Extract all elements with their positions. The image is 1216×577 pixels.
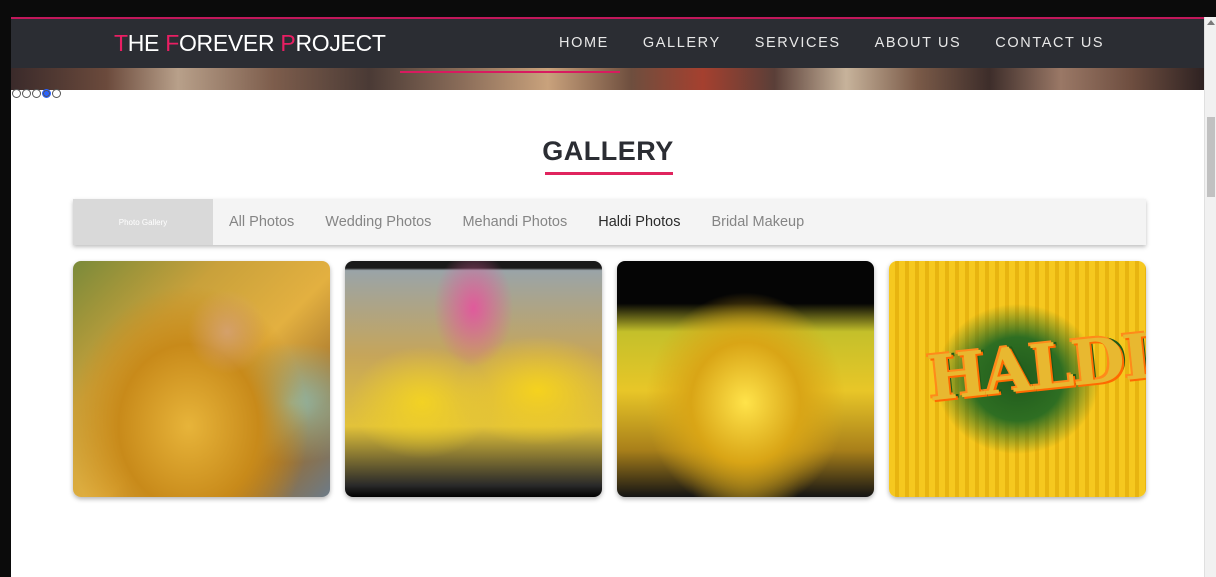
- carousel-dot-3[interactable]: [32, 89, 41, 98]
- filter-tab-mehandi-photos[interactable]: Mehandi Photos: [462, 214, 567, 230]
- carousel-dot-1[interactable]: [12, 89, 21, 98]
- nav-services[interactable]: SERVICES: [755, 35, 841, 51]
- main-nav: HOME GALLERY SERVICES ABOUT US CONTACT U…: [559, 35, 1138, 51]
- scroll-up-arrow-icon[interactable]: [1207, 20, 1215, 25]
- logo-letter-p: P: [280, 30, 296, 56]
- filter-tab-wedding-photos[interactable]: Wedding Photos: [325, 214, 431, 230]
- filter-tab-bridal-makeup[interactable]: Bridal Makeup: [711, 214, 804, 230]
- gallery-filter-bar: Photo Gallery All Photos Wedding Photos …: [73, 199, 1146, 245]
- gallery-photo-4[interactable]: HALDI: [889, 261, 1146, 497]
- filter-tab-haldi-photos[interactable]: Haldi Photos: [598, 214, 680, 230]
- carousel-dot-5[interactable]: [52, 89, 61, 98]
- gallery-heading-underline: [545, 172, 673, 175]
- logo-text-roject: ROJECT: [295, 30, 386, 56]
- nav-home[interactable]: HOME: [559, 35, 609, 51]
- nav-contact-us[interactable]: CONTACT US: [995, 35, 1104, 51]
- logo-letter-t: T: [114, 30, 128, 56]
- window-frame-left: [0, 0, 11, 577]
- logo-letter-f: F: [165, 30, 179, 56]
- site-logo[interactable]: THE FOREVER PROJECT: [114, 30, 386, 57]
- gallery-photo-2[interactable]: [345, 261, 602, 497]
- window-frame-top: [0, 0, 1216, 17]
- gallery-heading: GALLERY: [542, 136, 674, 166]
- page-scrollbar[interactable]: [1204, 17, 1216, 577]
- gallery-photo-1[interactable]: [73, 261, 330, 497]
- filter-tab-all-photos[interactable]: All Photos: [229, 214, 294, 230]
- haldi-sign-text: HALDI: [923, 319, 1146, 416]
- nav-about-us[interactable]: ABOUT US: [875, 35, 962, 51]
- carousel-dot-4[interactable]: [42, 89, 51, 98]
- logo-text-orever: OREVER: [178, 30, 281, 56]
- hero-accent-line: [400, 71, 620, 73]
- filter-bar-label: Photo Gallery: [73, 199, 213, 245]
- carousel-dots: [12, 89, 61, 98]
- nav-gallery[interactable]: GALLERY: [643, 35, 721, 51]
- site-header: THE FOREVER PROJECT HOME GALLERY SERVICE…: [11, 17, 1204, 68]
- gallery-photo-3[interactable]: [617, 261, 874, 497]
- carousel-dot-2[interactable]: [22, 89, 31, 98]
- logo-text-he: HE: [127, 30, 166, 56]
